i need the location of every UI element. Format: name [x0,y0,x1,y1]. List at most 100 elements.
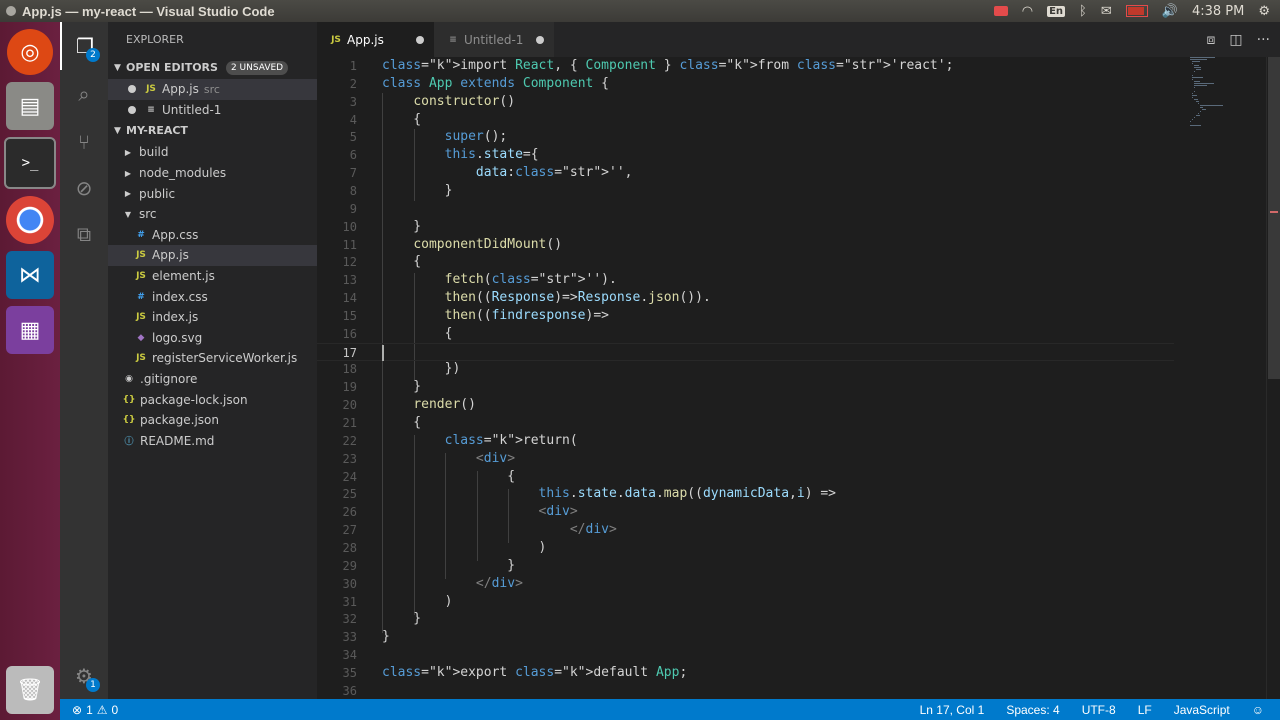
code-line[interactable]: 34 [317,646,1174,664]
volume-icon[interactable]: 🔊 [1162,4,1178,19]
tab-untitled-1[interactable]: ≡ Untitled-1 [434,22,554,57]
tab-label: App.js [347,32,384,47]
search-icon[interactable]: ⌕ [60,70,108,118]
file-tree-item[interactable]: ▶ build [108,142,317,163]
keyboard-layout-indicator[interactable]: En [1047,5,1066,17]
code-line[interactable]: 21 { [317,414,1174,432]
code-line[interactable]: 19 } [317,378,1174,396]
ubuntu-dash-icon[interactable]: ◎ [7,29,53,75]
language-mode[interactable]: JavaScript [1174,703,1230,717]
open-editor-item[interactable]: JS App.js src [108,79,317,100]
open-editor-item[interactable]: ≡ Untitled-1 [108,100,317,121]
code-line[interactable]: 28 ) [317,539,1174,557]
tab-app-js[interactable]: JS App.js [317,22,434,57]
code-line[interactable]: 1 class="k">import React, { Component } c… [317,57,1174,75]
media-app-icon[interactable]: ▦ [6,306,54,354]
file-tree-item[interactable]: {} package.json [108,410,317,431]
vertical-scrollbar[interactable] [1266,57,1280,699]
unsaved-dot-icon[interactable] [128,105,136,114]
code-line[interactable]: 32 } [317,610,1174,628]
code-line[interactable]: 16 { [317,325,1174,343]
explorer-icon[interactable]: ❐ 2 [60,22,108,70]
code-line[interactable]: 24 { [317,468,1174,486]
code-line[interactable]: 25 this.state.data.map((dynamicData,i) =… [317,485,1174,503]
code-line[interactable]: 5 super(); [317,128,1174,146]
code-line[interactable]: 35 class="k">export class="k">default App… [317,664,1174,682]
unsaved-dot-icon[interactable] [416,35,424,44]
code-editor[interactable]: 1 class="k">import React, { Component } c… [317,57,1280,699]
code-line[interactable]: 12 { [317,253,1174,271]
code-line[interactable]: 33} [317,628,1174,646]
recording-icon[interactable] [993,6,1008,16]
clock[interactable]: 4:38 PM [1192,4,1244,19]
line-ending[interactable]: LF [1138,703,1152,717]
code-line[interactable]: 18 }) [317,360,1174,378]
code-line[interactable]: 4 { [317,111,1174,129]
debug-icon[interactable]: ⊘ [60,164,108,212]
file-tree-item[interactable]: JS element.js [108,266,317,287]
code-line[interactable]: 15 then((findresponse)=> [317,307,1174,325]
code-line[interactable]: 22 class="k">return( [317,432,1174,450]
power-gear-icon[interactable]: ⚙ [1258,4,1270,19]
project-header[interactable]: ▼ MY-REACT [108,120,317,143]
problems-indicator[interactable]: ⊗ 1 ⚠ 0 [60,703,118,717]
code-line[interactable]: 2 class App extends Component { [317,75,1174,93]
code-line[interactable]: 8 } [317,182,1174,200]
code-line[interactable]: 31 ) [317,593,1174,611]
code-line[interactable]: 20 render() [317,396,1174,414]
split-editor-icon[interactable]: ◫ [1229,32,1242,48]
settings-gear-icon[interactable]: ⚙ 1 [60,652,108,700]
open-editors-header[interactable]: ▼ OPEN EDITORS 2 UNSAVED [108,57,317,79]
code-line[interactable]: 27 </div> [317,521,1174,539]
unsaved-dot-icon[interactable] [128,85,136,94]
cursor-position[interactable]: Ln 17, Col 1 [920,703,985,717]
terminal-app-icon[interactable]: >_ [4,137,56,189]
chrome-app-icon[interactable] [6,196,54,244]
file-tree-item[interactable]: ⓘ README.md [108,431,317,452]
encoding[interactable]: UTF-8 [1082,703,1116,717]
code-line[interactable]: 17 [317,342,1174,361]
mail-icon[interactable]: ✉ [1101,4,1112,19]
scrollbar-thumb[interactable] [1268,57,1280,379]
more-actions-icon[interactable]: ··· [1257,32,1270,48]
file-tree-item[interactable]: JS App.js [108,245,317,266]
file-tree-item[interactable]: ◆ logo.svg [108,328,317,349]
code-line[interactable]: 30 </div> [317,575,1174,593]
code-line[interactable]: 26 <div> [317,503,1174,521]
vscode-app-icon[interactable]: ⋈ [6,251,54,299]
code-line[interactable]: 14 then((Response)=>Response.json()). [317,289,1174,307]
code-line[interactable]: 36 [317,682,1174,700]
code-line[interactable]: 11 componentDidMount() [317,236,1174,254]
file-tree-item[interactable]: # App.css [108,225,317,246]
code-line[interactable]: 3 constructor() [317,93,1174,111]
smiley-icon[interactable]: ☺ [1252,703,1264,717]
code-text: </div> [569,522,617,538]
minimap[interactable] [1190,57,1240,127]
open-changes-icon[interactable]: ⧈ [1207,32,1216,48]
file-tree-item[interactable]: JS index.js [108,307,317,328]
file-tree-item[interactable]: ◉ .gitignore [108,369,317,390]
file-tree-item[interactable]: JS registerServiceWorker.js [108,348,317,369]
indentation[interactable]: Spaces: 4 [1006,703,1059,717]
code-line[interactable]: 29 } [317,557,1174,575]
code-line[interactable]: 23 <div> [317,450,1174,468]
window-close-button[interactable] [6,6,16,16]
files-app-icon[interactable]: ▤ [6,82,54,130]
file-tree-item[interactable]: ▶ node_modules [108,163,317,184]
source-control-icon[interactable]: ⑂ [60,118,108,166]
file-tree-item[interactable]: ▼ src [108,204,317,225]
bluetooth-icon[interactable]: ᛒ [1079,4,1087,19]
code-line[interactable]: 13 fetch(class="str">''). [317,271,1174,289]
wifi-icon[interactable]: ◠ [1022,4,1033,19]
file-tree-item[interactable]: ▶ public [108,183,317,204]
code-line[interactable]: 6 this.state={ [317,146,1174,164]
battery-icon[interactable] [1125,5,1148,17]
file-tree-item[interactable]: # index.css [108,286,317,307]
extensions-icon[interactable]: ⧉ [60,210,108,258]
code-line[interactable]: 9 [317,200,1174,218]
code-line[interactable]: 7 data:class="str">'', [317,164,1174,182]
trash-icon[interactable]: 🗑 [6,666,54,714]
file-tree-item[interactable]: {} package-lock.json [108,389,317,410]
unsaved-dot-icon[interactable] [536,35,544,44]
code-line[interactable]: 10 } [317,218,1174,236]
